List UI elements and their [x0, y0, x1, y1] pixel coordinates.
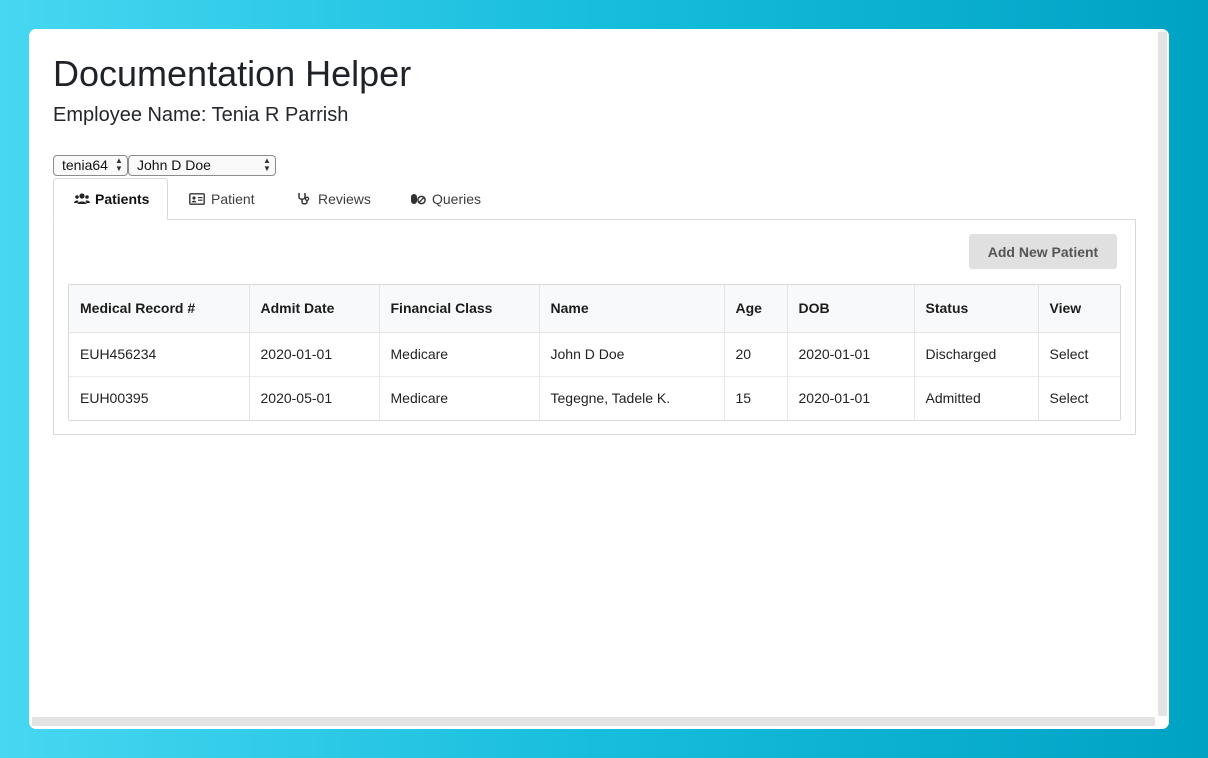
column-header: Status: [913, 285, 1038, 333]
vertical-scrollbar[interactable]: [1158, 32, 1167, 716]
tab-label: Queries: [432, 191, 482, 207]
cell-dob: 2020-01-01: [786, 332, 914, 376]
app-window: Documentation Helper Employee Name: Teni…: [29, 29, 1169, 729]
user-select[interactable]: tenia64 ▲ ▼: [53, 155, 128, 176]
patients-panel: Add New Patient Medical Record # Admit D…: [53, 219, 1136, 435]
column-header: Financial Class: [378, 285, 539, 333]
cell-medical-record: EUH456234: [80, 346, 157, 362]
table-row: EUH456234 2020-01-01 Medicare John D Doe…: [69, 332, 1120, 376]
cell-financial-class: Medicare: [378, 332, 539, 376]
id-card-icon: [189, 193, 205, 205]
employee-name: Employee Name: Tenia R Parrish: [53, 104, 349, 126]
users-icon: [74, 193, 90, 204]
page-title: Documentation Helper: [53, 53, 412, 94]
column-header: Medical Record #: [69, 285, 249, 333]
tab-label: Patient: [211, 191, 255, 207]
column-header: Name: [538, 285, 724, 333]
cell-name: Tegegne, Tadele K.: [538, 375, 724, 420]
column-header: Age: [723, 285, 787, 333]
patient-select[interactable]: John D Doe ▲ ▼: [128, 155, 276, 176]
cell-age: 15: [723, 375, 787, 420]
column-header: View: [1037, 285, 1120, 333]
cell-dob: 2020-01-01: [786, 375, 914, 420]
cell-medical-record: EUH00395: [69, 375, 249, 420]
select-arrows-icon: ▲ ▼: [263, 156, 271, 173]
select-link[interactable]: Select: [1037, 375, 1120, 420]
tab-queries[interactable]: Queries: [390, 178, 500, 220]
user-select-value: tenia64: [62, 157, 108, 173]
select-arrows-icon: ▲ ▼: [115, 156, 123, 173]
table-row: EUH00395 2020-05-01 Medicare Tegegne, Ta…: [69, 375, 1120, 420]
stethoscope-icon: [298, 193, 310, 205]
tab-patients[interactable]: Patients: [53, 178, 168, 220]
cell-age: 20: [723, 332, 787, 376]
cell-name: John D Doe: [538, 332, 724, 376]
add-new-patient-button[interactable]: Add New Patient: [969, 234, 1117, 269]
patient-select-value: John D Doe: [137, 157, 211, 173]
cell-admit-date: 2020-01-01: [248, 332, 379, 376]
table-header-row: Medical Record # Admit Date Financial Cl…: [69, 285, 1120, 333]
pills-icon: [411, 194, 426, 205]
horizontal-scrollbar[interactable]: [32, 717, 1155, 726]
cell-status: Discharged: [913, 332, 1038, 376]
tab-label: Reviews: [318, 191, 371, 207]
column-header: Admit Date: [248, 285, 379, 333]
cell-admit-date: 2020-05-01: [248, 375, 379, 420]
cell-financial-class: Medicare: [378, 375, 539, 420]
select-link[interactable]: Select: [1037, 332, 1120, 376]
tab-label: Patients: [95, 191, 150, 207]
column-header: DOB: [786, 285, 914, 333]
tab-patient[interactable]: Patient: [169, 178, 276, 220]
patients-table: Medical Record # Admit Date Financial Cl…: [68, 284, 1121, 421]
cell-status: Admitted: [913, 375, 1038, 420]
tab-reviews[interactable]: Reviews: [276, 178, 388, 220]
